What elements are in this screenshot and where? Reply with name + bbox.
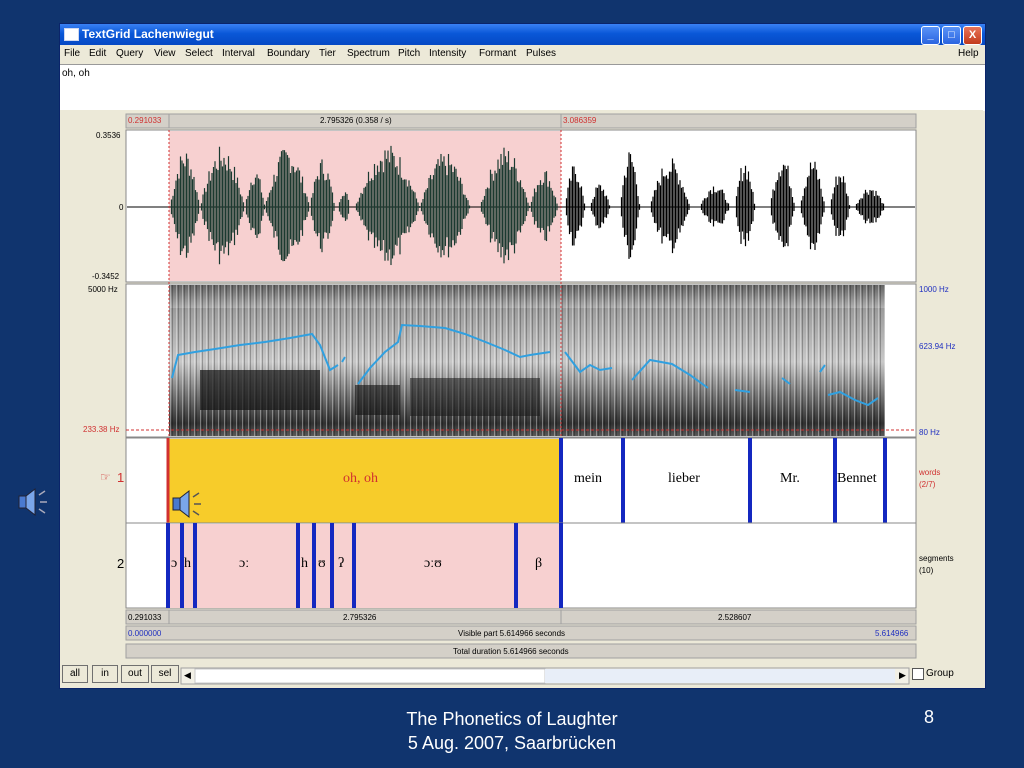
speaker-icon[interactable] [16, 485, 50, 519]
visible-part-label[interactable]: Visible part 5.614966 seconds [458, 629, 565, 638]
segment-label[interactable]: ɔ [171, 556, 177, 572]
scroll-thumb [194, 668, 546, 684]
top-time-bar [125, 113, 917, 129]
scroll-left-icon[interactable]: ◀ [184, 670, 191, 681]
wave-min-label: -0.3452 [92, 272, 120, 281]
pitch-top-label: 1000 Hz [919, 285, 949, 294]
wave-max-label: 0.3536 [96, 131, 121, 140]
spec-cursor-freq: 233.38 Hz [83, 425, 120, 434]
tier2-number: 2 [117, 556, 125, 571]
bottom-sel-duration: 2.795326 [343, 613, 377, 622]
tier1-count: (2/7) [919, 480, 936, 489]
pitch-bottom-label: 80 Hz [919, 428, 940, 437]
pitch-mid-label: 623.94 Hz [919, 342, 956, 351]
segment-label[interactable]: ʔ [338, 556, 344, 572]
tier1-name: words [919, 468, 941, 477]
segment-label[interactable]: ɔː [239, 556, 249, 572]
tier2-name: segments [919, 554, 954, 563]
group-checkbox[interactable] [912, 668, 924, 680]
segment-label[interactable]: ɔːʊ [424, 556, 442, 572]
bottom-time-bar [125, 609, 917, 625]
visible-start: 0.000000 [128, 629, 162, 638]
zoom-in-button[interactable]: in [92, 665, 118, 683]
top-duration: 2.795326 (0.358 / s) [320, 116, 392, 125]
interval-label[interactable]: mein [574, 471, 602, 487]
segment-label[interactable]: h [301, 556, 308, 572]
tier1-pointer-icon: ☞ [100, 470, 111, 484]
segment-label[interactable]: ʊ [318, 556, 326, 572]
slide-number: 8 [924, 707, 935, 727]
scroll-right-icon[interactable]: ▶ [899, 670, 906, 681]
zoom-all-button[interactable]: all [62, 665, 88, 683]
footer-title: The Phonetics of Laughter [406, 709, 618, 729]
interval-label[interactable]: Bennet [837, 471, 877, 487]
tier1-number: 1 [117, 470, 125, 485]
zoom-out-button[interactable]: out [121, 665, 149, 683]
bottom-right-duration: 2.528607 [718, 613, 752, 622]
speaker-icon[interactable] [170, 487, 204, 521]
group-label: Group [926, 668, 954, 679]
wave-zero-label: 0 [119, 203, 124, 212]
spec-top-freq: 5000 Hz [88, 285, 118, 294]
slide-footer: The Phonetics of Laughter 5 Aug. 2007, S… [0, 707, 1024, 755]
segment-label[interactable]: β [535, 556, 542, 572]
tier2-count: (10) [919, 566, 934, 575]
visible-end: 5.614966 [875, 629, 909, 638]
segment-label[interactable]: h [184, 556, 191, 572]
footer-date: 5 Aug. 2007, Saarbrücken [407, 733, 617, 753]
tier-segments-selection [169, 524, 561, 608]
top-left-time: 0.291033 [128, 116, 162, 125]
total-duration-label[interactable]: Total duration 5.614966 seconds [453, 647, 569, 656]
interval-label[interactable]: lieber [668, 471, 700, 487]
interval-label[interactable]: oh, oh [343, 471, 378, 487]
top-right-time: 3.086359 [563, 116, 597, 125]
bottom-left-time: 0.291033 [128, 613, 162, 622]
zoom-sel-button[interactable]: sel [151, 665, 179, 683]
interval-label[interactable]: Mr. [780, 471, 800, 487]
